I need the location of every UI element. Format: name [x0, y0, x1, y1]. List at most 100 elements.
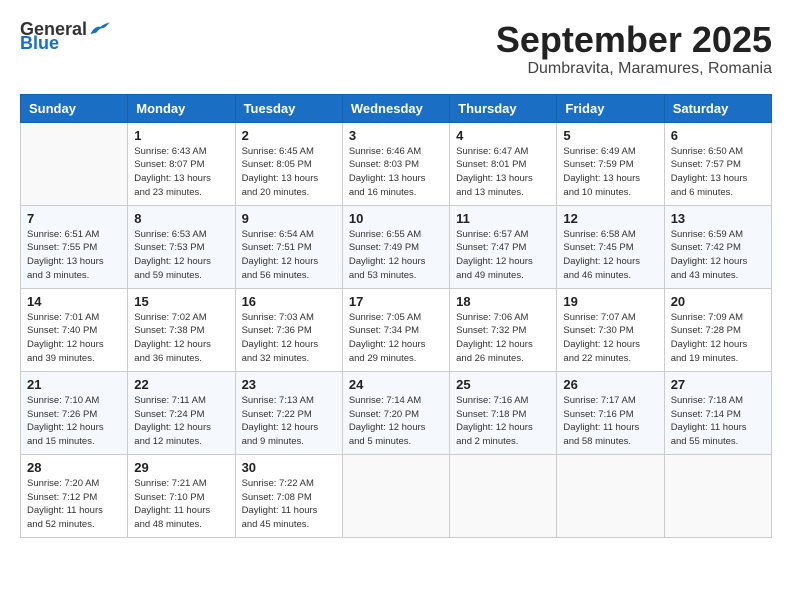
day-info: Sunrise: 7:02 AM Sunset: 7:38 PM Dayligh…: [134, 311, 228, 366]
calendar-cell: 7Sunrise: 6:51 AM Sunset: 7:55 PM Daylig…: [21, 205, 128, 288]
calendar-cell: 13Sunrise: 6:59 AM Sunset: 7:42 PM Dayli…: [664, 205, 771, 288]
day-number: 12: [563, 211, 657, 226]
day-info: Sunrise: 7:07 AM Sunset: 7:30 PM Dayligh…: [563, 311, 657, 366]
calendar-cell: 19 Sunrise: 7:07 AM Sunset: 7:30 PM Dayli…: [557, 288, 664, 371]
title-area: September 2025 Dumbravita, Maramures, Ro…: [496, 20, 772, 78]
calendar-cell: 6 Sunrise: 6:50 AM Sunset: 7:57 PM Daylig…: [664, 122, 771, 205]
day-info: Sunrise: 7:05 AM Sunset: 7:34 PM Dayligh…: [349, 311, 443, 366]
day-info: Sunrise: 7:20 AM Sunset: 7:12 PM Dayligh…: [27, 477, 121, 532]
calendar-cell: [21, 122, 128, 205]
logo-blue: Blue: [20, 34, 59, 52]
day-info: Sunrise: 6:46 AM Sunset: 8:03 PM Dayligh…: [349, 145, 443, 200]
day-info: Sunrise: 6:55 AM Sunset: 7:49 PM Dayligh…: [349, 228, 443, 283]
calendar-cell: [450, 454, 557, 537]
day-number: 11: [456, 211, 550, 226]
weekday-header-row: SundayMondayTuesdayWednesdayThursdayFrid…: [21, 94, 772, 122]
day-info: Sunrise: 7:06 AM Sunset: 7:32 PM Dayligh…: [456, 311, 550, 366]
day-number: 23: [242, 377, 336, 392]
weekday-header-monday: Monday: [128, 94, 235, 122]
day-number: 5: [563, 128, 657, 143]
day-number: 10: [349, 211, 443, 226]
day-number: 8: [134, 211, 228, 226]
day-info: Sunrise: 6:49 AM Sunset: 7:59 PM Dayligh…: [563, 145, 657, 200]
day-number: 29: [134, 460, 228, 475]
day-number: 24: [349, 377, 443, 392]
day-info: Sunrise: 7:14 AM Sunset: 7:20 PM Dayligh…: [349, 394, 443, 449]
day-info: Sunrise: 7:18 AM Sunset: 7:14 PM Dayligh…: [671, 394, 765, 449]
day-number: 22: [134, 377, 228, 392]
calendar-cell: 29 Sunrise: 7:21 AM Sunset: 7:10 PM Dayli…: [128, 454, 235, 537]
logo-bird-icon: [89, 20, 111, 38]
weekday-header-saturday: Saturday: [664, 94, 771, 122]
calendar-cell: [664, 454, 771, 537]
calendar-cell: 17 Sunrise: 7:05 AM Sunset: 7:34 PM Dayli…: [342, 288, 449, 371]
day-info: Sunrise: 6:57 AM Sunset: 7:47 PM Dayligh…: [456, 228, 550, 283]
location-title: Dumbravita, Maramures, Romania: [496, 60, 772, 78]
day-info: Sunrise: 7:03 AM Sunset: 7:36 PM Dayligh…: [242, 311, 336, 366]
calendar-cell: 23 Sunrise: 7:13 AM Sunset: 7:22 PM Dayli…: [235, 371, 342, 454]
calendar-cell: 30 Sunrise: 7:22 AM Sunset: 7:08 PM Dayli…: [235, 454, 342, 537]
day-info: Sunrise: 6:47 AM Sunset: 8:01 PM Dayligh…: [456, 145, 550, 200]
calendar-cell: 3Sunrise: 6:46 AM Sunset: 8:03 PM Daylig…: [342, 122, 449, 205]
day-number: 17: [349, 294, 443, 309]
calendar-week-row: 14 Sunrise: 7:01 AM Sunset: 7:40 PM Dayli…: [21, 288, 772, 371]
day-info: Sunrise: 6:43 AM Sunset: 8:07 PM Dayligh…: [134, 145, 228, 200]
day-number: 15: [134, 294, 228, 309]
calendar-cell: 9Sunrise: 6:54 AM Sunset: 7:51 PM Daylig…: [235, 205, 342, 288]
day-number: 9: [242, 211, 336, 226]
weekday-header-tuesday: Tuesday: [235, 94, 342, 122]
day-info: Sunrise: 7:09 AM Sunset: 7:28 PM Dayligh…: [671, 311, 765, 366]
weekday-header-wednesday: Wednesday: [342, 94, 449, 122]
logo: General Blue: [20, 20, 111, 52]
calendar-cell: 22 Sunrise: 7:11 AM Sunset: 7:24 PM Dayli…: [128, 371, 235, 454]
day-number: 25: [456, 377, 550, 392]
day-info: Sunrise: 7:22 AM Sunset: 7:08 PM Dayligh…: [242, 477, 336, 532]
day-info: Sunrise: 7:21 AM Sunset: 7:10 PM Dayligh…: [134, 477, 228, 532]
calendar-cell: 27 Sunrise: 7:18 AM Sunset: 7:14 PM Dayli…: [664, 371, 771, 454]
day-info: Sunrise: 6:50 AM Sunset: 7:57 PM Dayligh…: [671, 145, 765, 200]
calendar-cell: 25 Sunrise: 7:16 AM Sunset: 7:18 PM Dayli…: [450, 371, 557, 454]
day-info: Sunrise: 6:59 AM Sunset: 7:42 PM Dayligh…: [671, 228, 765, 283]
calendar-cell: 20Sunrise: 7:09 AM Sunset: 7:28 PM Dayli…: [664, 288, 771, 371]
day-info: Sunrise: 6:45 AM Sunset: 8:05 PM Dayligh…: [242, 145, 336, 200]
day-number: 14: [27, 294, 121, 309]
day-info: Sunrise: 6:53 AM Sunset: 7:53 PM Dayligh…: [134, 228, 228, 283]
day-number: 30: [242, 460, 336, 475]
day-info: Sunrise: 7:11 AM Sunset: 7:24 PM Dayligh…: [134, 394, 228, 449]
day-number: 19: [563, 294, 657, 309]
calendar-week-row: 1Sunrise: 6:43 AM Sunset: 8:07 PM Daylig…: [21, 122, 772, 205]
day-info: Sunrise: 7:10 AM Sunset: 7:26 PM Dayligh…: [27, 394, 121, 449]
day-number: 27: [671, 377, 765, 392]
calendar-cell: 21Sunrise: 7:10 AM Sunset: 7:26 PM Dayli…: [21, 371, 128, 454]
calendar-cell: 2 Sunrise: 6:45 AM Sunset: 8:05 PM Daylig…: [235, 122, 342, 205]
calendar-cell: 8 Sunrise: 6:53 AM Sunset: 7:53 PM Daylig…: [128, 205, 235, 288]
calendar-week-row: 28 Sunrise: 7:20 AM Sunset: 7:12 PM Dayli…: [21, 454, 772, 537]
calendar-cell: 24 Sunrise: 7:14 AM Sunset: 7:20 PM Dayli…: [342, 371, 449, 454]
day-number: 28: [27, 460, 121, 475]
calendar-cell: 1Sunrise: 6:43 AM Sunset: 8:07 PM Daylig…: [128, 122, 235, 205]
day-info: Sunrise: 6:51 AM Sunset: 7:55 PM Dayligh…: [27, 228, 121, 283]
day-number: 2: [242, 128, 336, 143]
day-number: 16: [242, 294, 336, 309]
calendar-week-row: 21Sunrise: 7:10 AM Sunset: 7:26 PM Dayli…: [21, 371, 772, 454]
day-info: Sunrise: 7:17 AM Sunset: 7:16 PM Dayligh…: [563, 394, 657, 449]
calendar-cell: 10 Sunrise: 6:55 AM Sunset: 7:49 PM Dayli…: [342, 205, 449, 288]
calendar-cell: 18Sunrise: 7:06 AM Sunset: 7:32 PM Dayli…: [450, 288, 557, 371]
day-number: 4: [456, 128, 550, 143]
day-info: Sunrise: 7:16 AM Sunset: 7:18 PM Dayligh…: [456, 394, 550, 449]
day-info: Sunrise: 6:58 AM Sunset: 7:45 PM Dayligh…: [563, 228, 657, 283]
calendar-table: SundayMondayTuesdayWednesdayThursdayFrid…: [20, 94, 772, 538]
calendar-cell: 16 Sunrise: 7:03 AM Sunset: 7:36 PM Dayli…: [235, 288, 342, 371]
weekday-header-sunday: Sunday: [21, 94, 128, 122]
calendar-week-row: 7Sunrise: 6:51 AM Sunset: 7:55 PM Daylig…: [21, 205, 772, 288]
calendar-cell: 11 Sunrise: 6:57 AM Sunset: 7:47 PM Dayli…: [450, 205, 557, 288]
calendar-cell: [557, 454, 664, 537]
day-info: Sunrise: 7:01 AM Sunset: 7:40 PM Dayligh…: [27, 311, 121, 366]
calendar-cell: 26Sunrise: 7:17 AM Sunset: 7:16 PM Dayli…: [557, 371, 664, 454]
calendar-cell: 4 Sunrise: 6:47 AM Sunset: 8:01 PM Daylig…: [450, 122, 557, 205]
day-info: Sunrise: 7:13 AM Sunset: 7:22 PM Dayligh…: [242, 394, 336, 449]
page-header: General Blue September 2025 Dumbravita, …: [20, 20, 772, 78]
calendar-cell: 14 Sunrise: 7:01 AM Sunset: 7:40 PM Dayli…: [21, 288, 128, 371]
day-number: 6: [671, 128, 765, 143]
calendar-cell: [342, 454, 449, 537]
